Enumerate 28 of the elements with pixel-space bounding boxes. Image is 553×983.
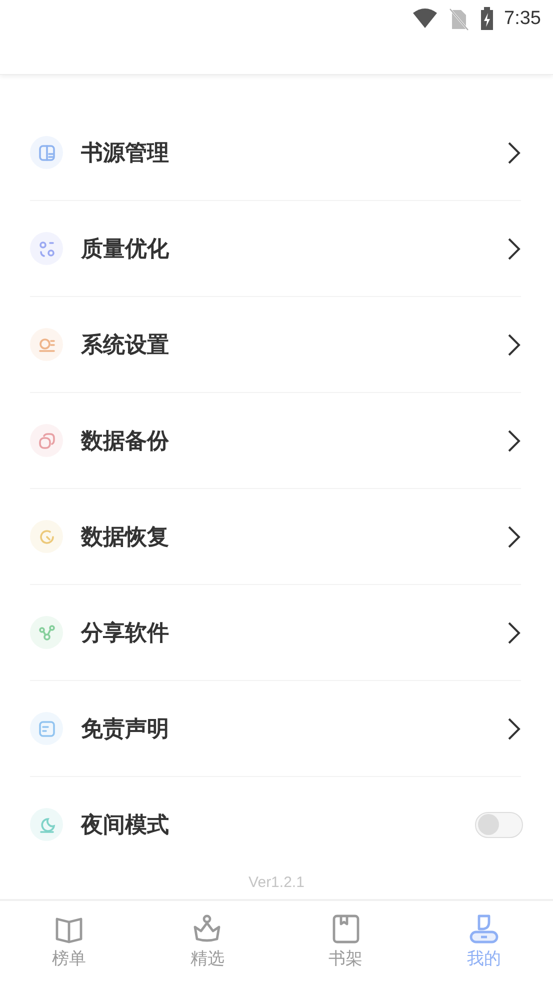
menu-label[interactable]: 数据恢复 <box>81 522 507 552</box>
chevron-right-icon[interactable] <box>507 428 521 452</box>
menu-label[interactable]: 夜间模式 <box>81 810 475 840</box>
chevron-right-icon[interactable] <box>507 332 521 356</box>
chevron-right-icon[interactable] <box>507 620 521 644</box>
copy-icon <box>38 432 56 450</box>
night-mode-switch[interactable] <box>475 812 523 838</box>
moon-icon <box>38 816 56 834</box>
chevron-right-icon[interactable] <box>507 140 521 164</box>
menu-label[interactable]: 免责声明 <box>81 714 507 744</box>
panel-icon <box>38 144 56 162</box>
chevron-right-icon[interactable] <box>507 524 521 548</box>
nodes-icon <box>38 240 56 258</box>
menu-label[interactable]: 数据备份 <box>81 426 507 456</box>
share-icon <box>38 624 56 642</box>
chevron-right-icon[interactable] <box>507 236 521 260</box>
battery-charging-icon <box>480 6 494 32</box>
menu-label[interactable]: 分享软件 <box>81 618 507 648</box>
version-text: Ver1.2.1 <box>248 873 306 893</box>
menu-label[interactable]: 质量优化 <box>81 234 507 264</box>
menu-label[interactable]: 书源管理 <box>81 138 507 168</box>
restore-icon <box>38 528 56 546</box>
no-sim-icon <box>448 6 470 32</box>
status-time: 7:35 <box>504 7 541 31</box>
menu-label[interactable]: 系统设置 <box>81 330 507 360</box>
profile-icon <box>468 913 500 945</box>
chevron-right-icon[interactable] <box>507 716 521 740</box>
document-icon <box>38 720 56 738</box>
